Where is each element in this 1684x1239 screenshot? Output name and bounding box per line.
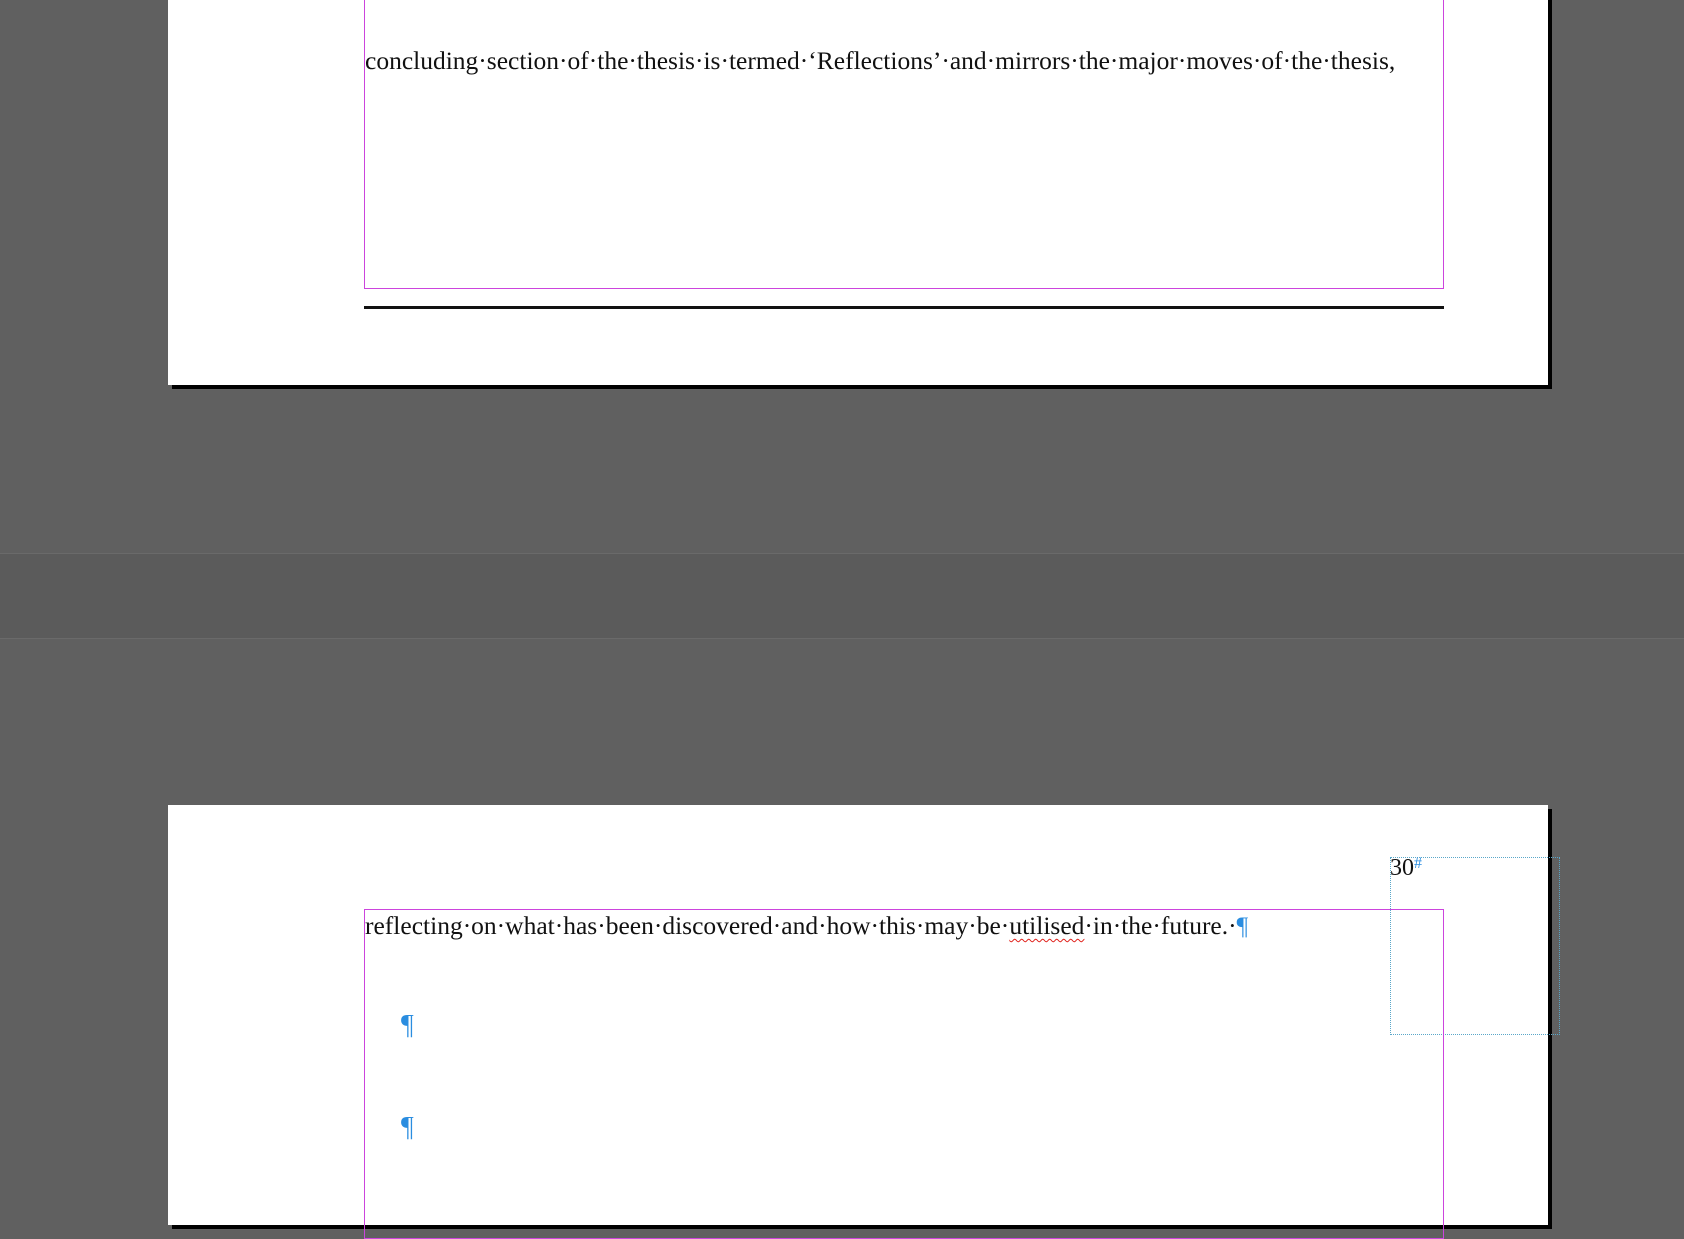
body-text-line[interactable]: concluding·section·of·the·thesis·is·term… [365,45,1395,77]
document-page-top[interactable]: concluding·section·of·the·thesis·is·term… [168,0,1548,385]
page-number[interactable]: 30# [1390,855,1422,882]
pilcrow-icon: ¶ [1236,911,1249,940]
text-frame-top[interactable]: concluding·section·of·the·thesis·is·term… [364,0,1444,289]
page-number-marker: # [1414,855,1422,872]
text-run: reflecting·on·what·has·been·discovered·a… [365,911,1010,940]
pasteboard-spread-divider [0,553,1684,639]
text-frame-bottom[interactable]: reflecting·on·what·has·been·discovered·a… [364,909,1444,1239]
empty-paragraph-pilcrow-icon[interactable]: ¶ [401,1010,414,1042]
empty-paragraph-pilcrow-icon[interactable]: ¶ [401,1112,414,1144]
footer-rule [364,306,1444,309]
page-number-value: 30 [1390,855,1414,881]
text-run: ·in·the·future.· [1084,911,1237,940]
body-text-line[interactable]: reflecting·on·what·has·been·discovered·a… [365,910,1248,942]
document-page-bottom[interactable]: 30# reflecting·on·what·has·been·discover… [168,805,1560,1239]
misspelled-word[interactable]: utilised [1009,911,1084,940]
